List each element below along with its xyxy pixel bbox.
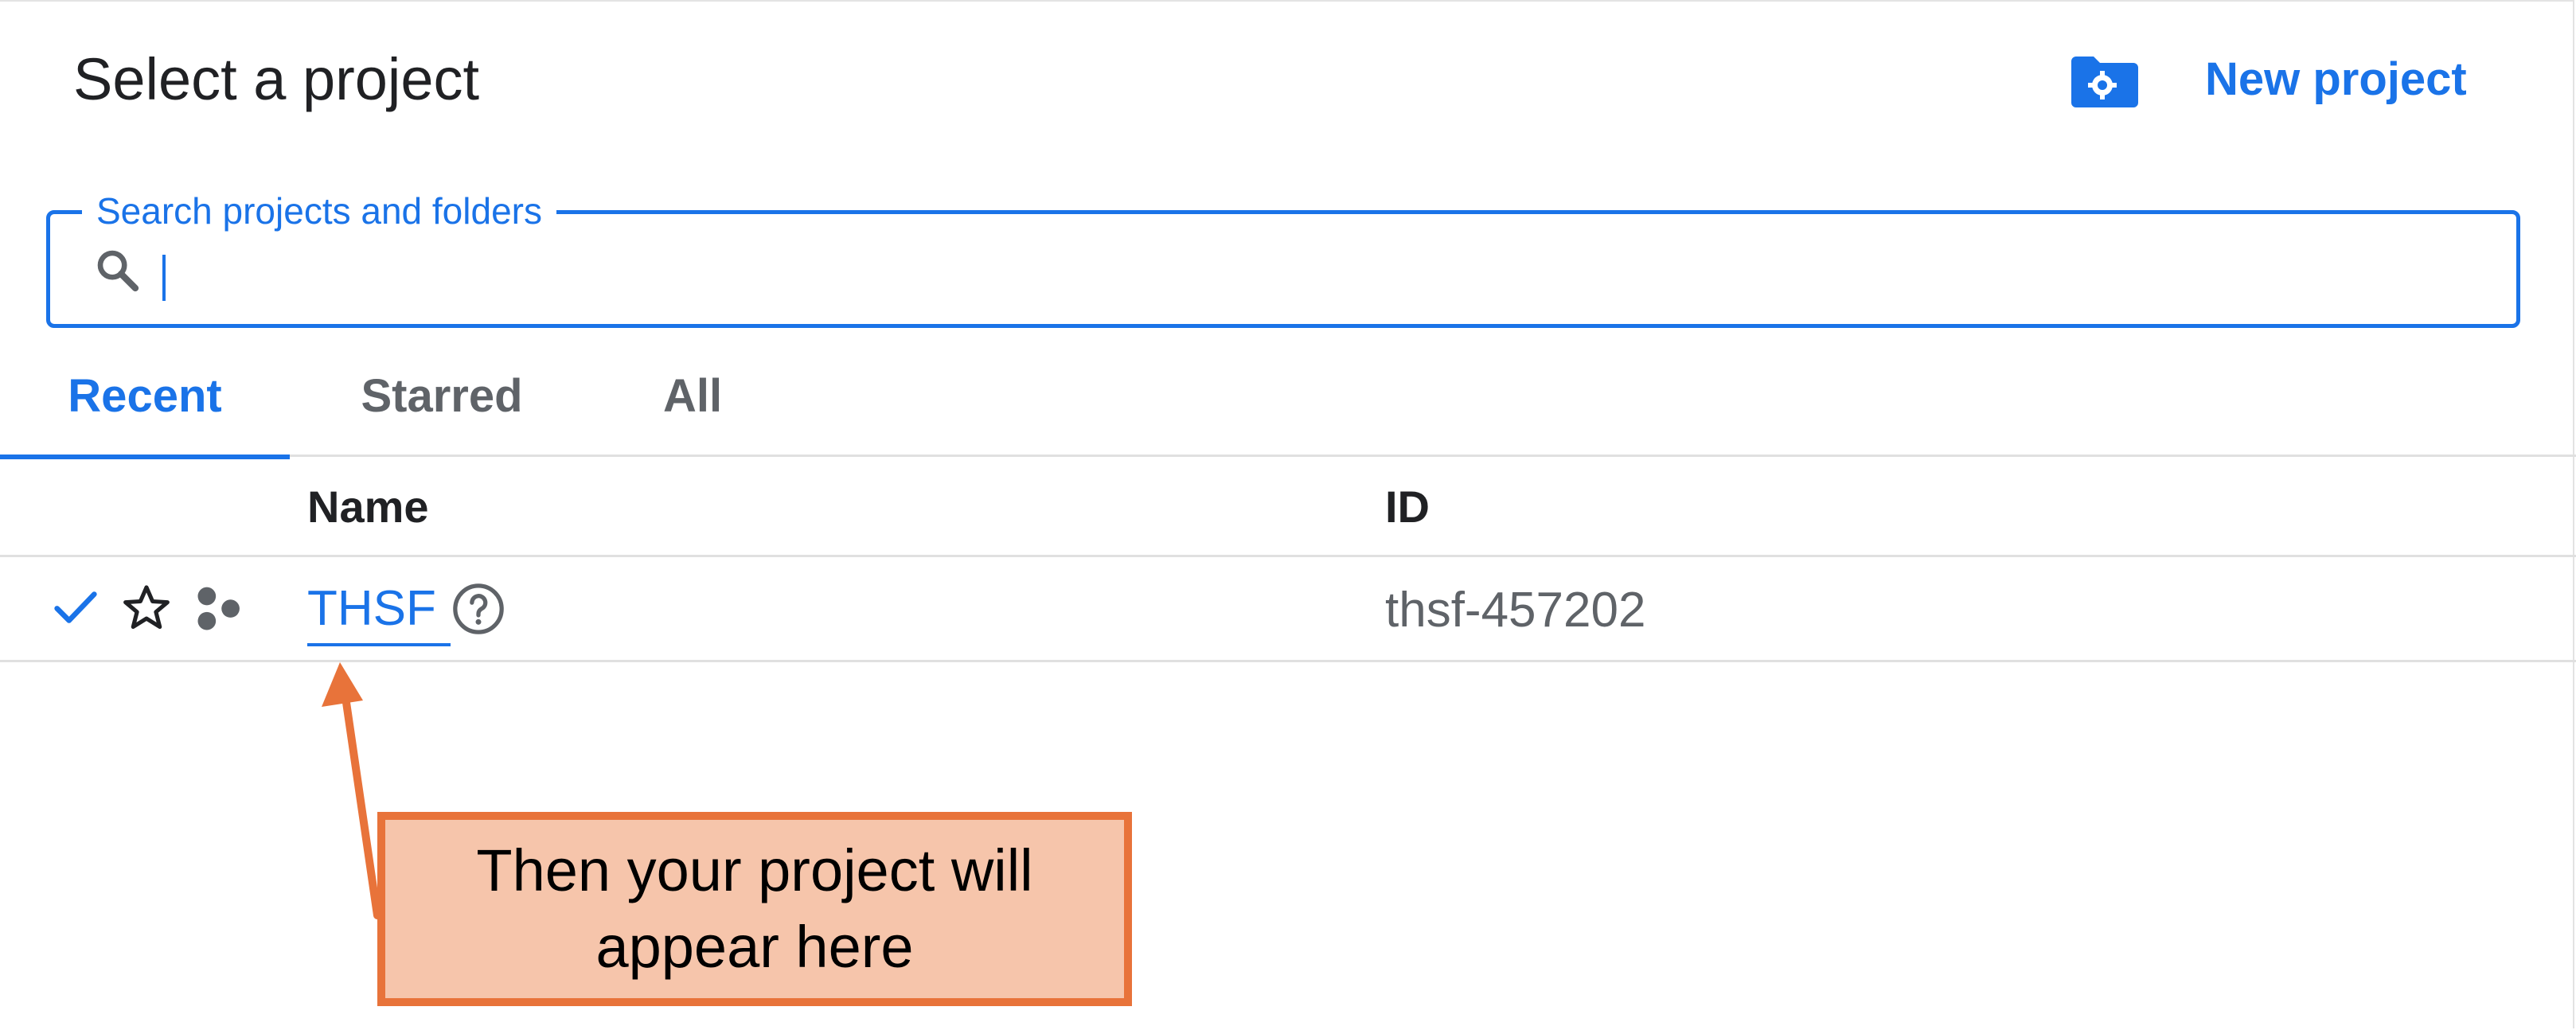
- star-outline-icon[interactable]: [119, 581, 174, 635]
- dialog-title: Select a project: [73, 46, 480, 112]
- tab-starred-label: Starred: [361, 369, 523, 422]
- column-header-name[interactable]: Name: [307, 479, 429, 535]
- organization-icon: [197, 587, 240, 630]
- new-project-button[interactable]: New project: [2067, 49, 2467, 110]
- check-icon: [54, 591, 97, 623]
- new-project-folder-gear-icon: [2071, 57, 2138, 107]
- table-row[interactable]: THSF thsf-457202: [0, 557, 2576, 662]
- instruction-callout: Then your project will appear here: [377, 812, 1132, 1006]
- text-cursor: [162, 255, 166, 301]
- tab-recent-label: Recent: [68, 369, 222, 422]
- tab-recent[interactable]: Recent: [0, 334, 290, 459]
- search-input[interactable]: [162, 238, 2470, 302]
- project-id: thsf-457202: [1385, 583, 1646, 638]
- new-project-label: New project: [2205, 53, 2467, 105]
- project-name-link[interactable]: THSF: [307, 579, 451, 646]
- tab-all[interactable]: All: [637, 334, 748, 457]
- search-field[interactable]: Search projects and folders: [46, 189, 2520, 328]
- search-field-label: Search projects and folders: [82, 189, 556, 233]
- help-icon[interactable]: [451, 581, 506, 637]
- search-icon: [97, 250, 139, 292]
- tab-all-label: All: [662, 369, 723, 422]
- tab-bar: Recent Starred All: [0, 334, 2576, 459]
- callout-text: Then your project will appear here: [476, 837, 1033, 980]
- tab-starred[interactable]: Starred: [326, 334, 557, 457]
- column-header-id[interactable]: ID: [1385, 479, 1430, 535]
- table-header: Name ID: [0, 457, 2576, 557]
